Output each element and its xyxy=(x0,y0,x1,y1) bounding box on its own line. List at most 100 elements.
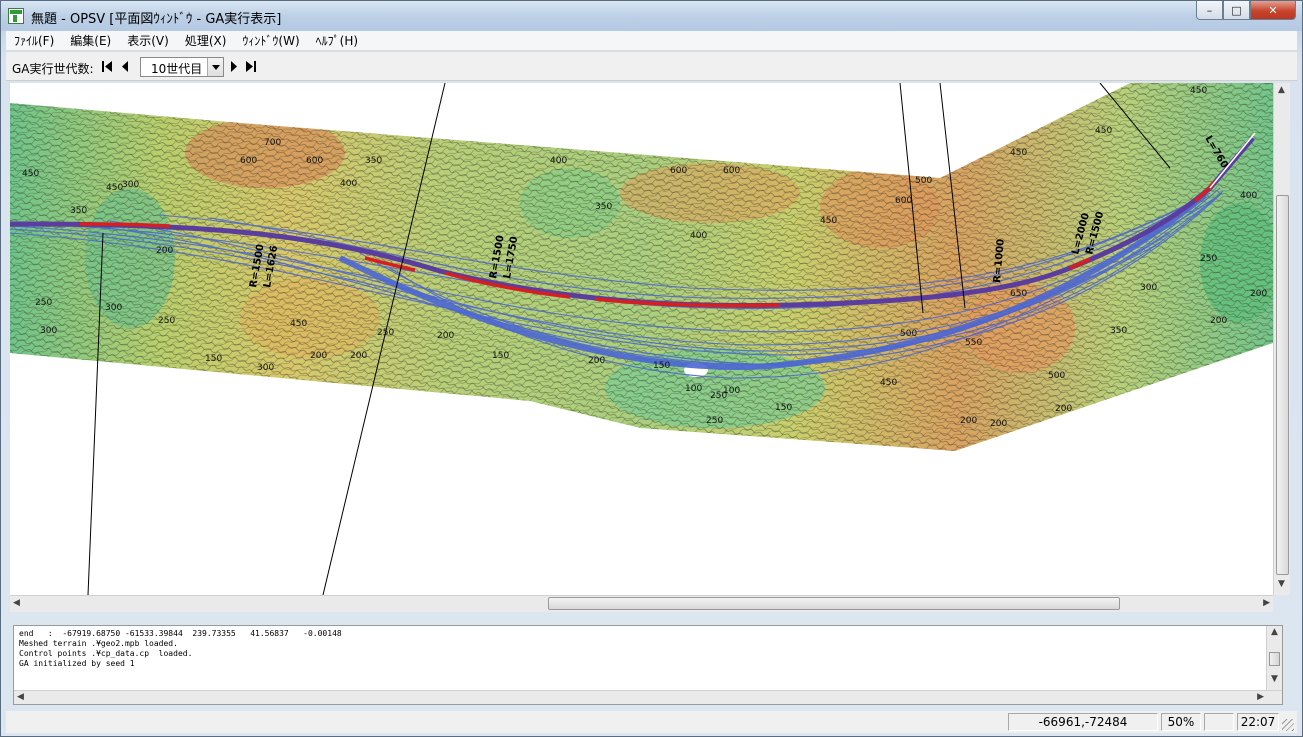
log-line: end : -67919.68750 -61533.39844 239.7335… xyxy=(19,629,342,638)
scroll-down-arrow[interactable]: ▼ xyxy=(1278,579,1285,589)
maximize-button[interactable]: □ xyxy=(1223,1,1250,20)
contour-label: 600 xyxy=(670,166,687,176)
contour-label: 200 xyxy=(156,246,173,256)
contour-label: 350 xyxy=(70,206,87,216)
window-controls: – □ ✕ xyxy=(1196,1,1296,22)
status-zoom: 50% xyxy=(1161,713,1201,731)
contour-label: 500 xyxy=(900,329,917,339)
contour-label: 200 xyxy=(1210,316,1227,326)
contour-label: 350 xyxy=(365,156,382,166)
menu-window[interactable]: ｳｨﾝﾄﾞｳ(W) xyxy=(234,31,307,51)
contour-label: 200 xyxy=(437,331,454,341)
contour-label: 200 xyxy=(990,419,1007,429)
vertical-scroll-thumb[interactable] xyxy=(1276,195,1289,575)
contour-label: 150 xyxy=(653,361,670,371)
contour-label: 300 xyxy=(40,326,57,336)
map-horizontal-scrollbar[interactable]: ◀ ▶ xyxy=(10,595,1273,612)
contour-label: 450 xyxy=(290,319,307,329)
scroll-up-arrow[interactable]: ▲ xyxy=(1278,85,1285,95)
scroll-up-arrow[interactable]: ▲ xyxy=(1271,627,1278,637)
contour-label: 150 xyxy=(205,354,222,364)
contour-label: 200 xyxy=(350,351,367,361)
menu-edit[interactable]: 編集(E) xyxy=(62,31,119,51)
generation-select[interactable]: 10世代目 xyxy=(140,57,224,77)
log-horizontal-scrollbar[interactable]: ◀ ▶ xyxy=(14,690,1282,704)
contour-label: 700 xyxy=(264,138,281,148)
contour-label: 150 xyxy=(492,351,509,361)
contour-label: 300 xyxy=(105,303,122,313)
app-icon[interactable] xyxy=(8,8,24,24)
contour-label: 650 xyxy=(1010,289,1027,299)
contour-label: 400 xyxy=(550,156,567,166)
scroll-down-arrow[interactable]: ▼ xyxy=(1271,674,1278,684)
menu-bar: ﾌｧｲﾙ(F) 編集(E) 表示(V) 処理(X) ｳｨﾝﾄﾞｳ(W) ﾍﾙﾌﾟ… xyxy=(6,31,1297,51)
contour-label: 600 xyxy=(895,196,912,206)
status-coordinates: -66961,-72484 xyxy=(1008,713,1158,731)
log-scroll-thumb[interactable] xyxy=(1269,652,1280,666)
scroll-left-arrow[interactable]: ◀ xyxy=(17,692,24,702)
contour-label: 450 xyxy=(1190,86,1207,96)
resize-grip[interactable] xyxy=(1282,719,1294,731)
contour-label: 350 xyxy=(1110,326,1127,336)
log-line: Meshed terrain .¥geo2.mpb loaded. xyxy=(19,639,178,648)
log-vertical-scrollbar[interactable]: ▲ ▼ xyxy=(1266,626,1282,690)
terrain-map: R=1500 L=1626 R=1500 L=1750 R=1000 L=200… xyxy=(10,83,1273,595)
scroll-right-arrow[interactable]: ▶ xyxy=(1257,692,1264,702)
menu-file[interactable]: ﾌｧｲﾙ(F) xyxy=(6,31,62,51)
title-bar[interactable]: 無題 - OPSV [平面図ｳｨﾝﾄﾞｳ - GA実行表示] – □ ✕ xyxy=(1,1,1302,31)
minimize-button[interactable]: – xyxy=(1196,1,1223,20)
menu-process[interactable]: 処理(X) xyxy=(177,31,235,51)
contour-label: 400 xyxy=(340,179,357,189)
contour-label: 350 xyxy=(595,202,612,212)
contour-label: 200 xyxy=(588,356,605,366)
contour-label: 200 xyxy=(1055,404,1072,414)
scroll-right-arrow[interactable]: ▶ xyxy=(1263,598,1270,608)
horizontal-scroll-thumb[interactable] xyxy=(548,597,1120,610)
map-vertical-scrollbar[interactable]: ▲ ▼ xyxy=(1273,83,1290,595)
contour-label: 450 xyxy=(880,378,897,388)
chevron-down-icon[interactable] xyxy=(207,58,223,76)
prev-generation-button[interactable] xyxy=(119,60,132,73)
contour-label: 400 xyxy=(690,231,707,241)
app-window: 無題 - OPSV [平面図ｳｨﾝﾄﾞｳ - GA実行表示] – □ ✕ ﾌｧｲ… xyxy=(0,0,1303,737)
status-bar: -66961,-72484 50% 22:07 xyxy=(6,711,1297,733)
contour-label: 500 xyxy=(915,176,932,186)
menu-help[interactable]: ﾍﾙﾌﾟ(H) xyxy=(308,31,366,51)
contour-label: 600 xyxy=(723,166,740,176)
contour-label: 200 xyxy=(1250,289,1267,299)
close-button[interactable]: ✕ xyxy=(1250,1,1296,20)
contour-label: 500 xyxy=(1048,371,1065,381)
contour-label: 300 xyxy=(122,180,139,190)
last-generation-button[interactable] xyxy=(244,60,257,73)
generation-select-value: 10世代目 xyxy=(151,62,203,76)
contour-label: 400 xyxy=(1240,191,1257,201)
log-line: GA initialized by seed 1 xyxy=(19,659,135,668)
status-empty xyxy=(1204,713,1234,731)
contour-label: 250 xyxy=(706,416,723,426)
log-pane[interactable]: end : -67919.68750 -61533.39844 239.7335… xyxy=(13,625,1283,705)
status-time: 22:07 xyxy=(1237,713,1279,731)
log-line: Control points .¥cp_data.cp loaded. xyxy=(19,649,193,658)
contour-label: 550 xyxy=(965,338,982,348)
contour-label: 100 xyxy=(723,386,740,396)
first-generation-button[interactable] xyxy=(101,60,114,73)
contour-label: 450 xyxy=(1010,148,1027,158)
plan-view-canvas[interactable]: R=1500 L=1626 R=1500 L=1750 R=1000 L=200… xyxy=(10,83,1273,595)
ga-toolbar: GA実行世代数: 10世代目 xyxy=(6,52,1297,81)
contour-label: 250 xyxy=(1200,254,1217,264)
menu-view[interactable]: 表示(V) xyxy=(119,31,177,51)
contour-label: 450 xyxy=(106,183,123,193)
scroll-left-arrow[interactable]: ◀ xyxy=(13,598,20,608)
contour-label: 600 xyxy=(240,156,257,166)
contour-label: 100 xyxy=(685,384,702,394)
contour-label: 250 xyxy=(377,328,394,338)
contour-label: 300 xyxy=(1140,283,1157,293)
window-title: 無題 - OPSV [平面図ｳｨﾝﾄﾞｳ - GA実行表示] xyxy=(31,12,282,27)
contour-label: 600 xyxy=(306,156,323,166)
contour-label: 200 xyxy=(960,416,977,426)
contour-label: 450 xyxy=(820,216,837,226)
generation-label: GA実行世代数: xyxy=(12,62,94,76)
contour-label: 250 xyxy=(35,298,52,308)
next-generation-button[interactable] xyxy=(227,60,240,73)
contour-label: 150 xyxy=(775,403,792,413)
